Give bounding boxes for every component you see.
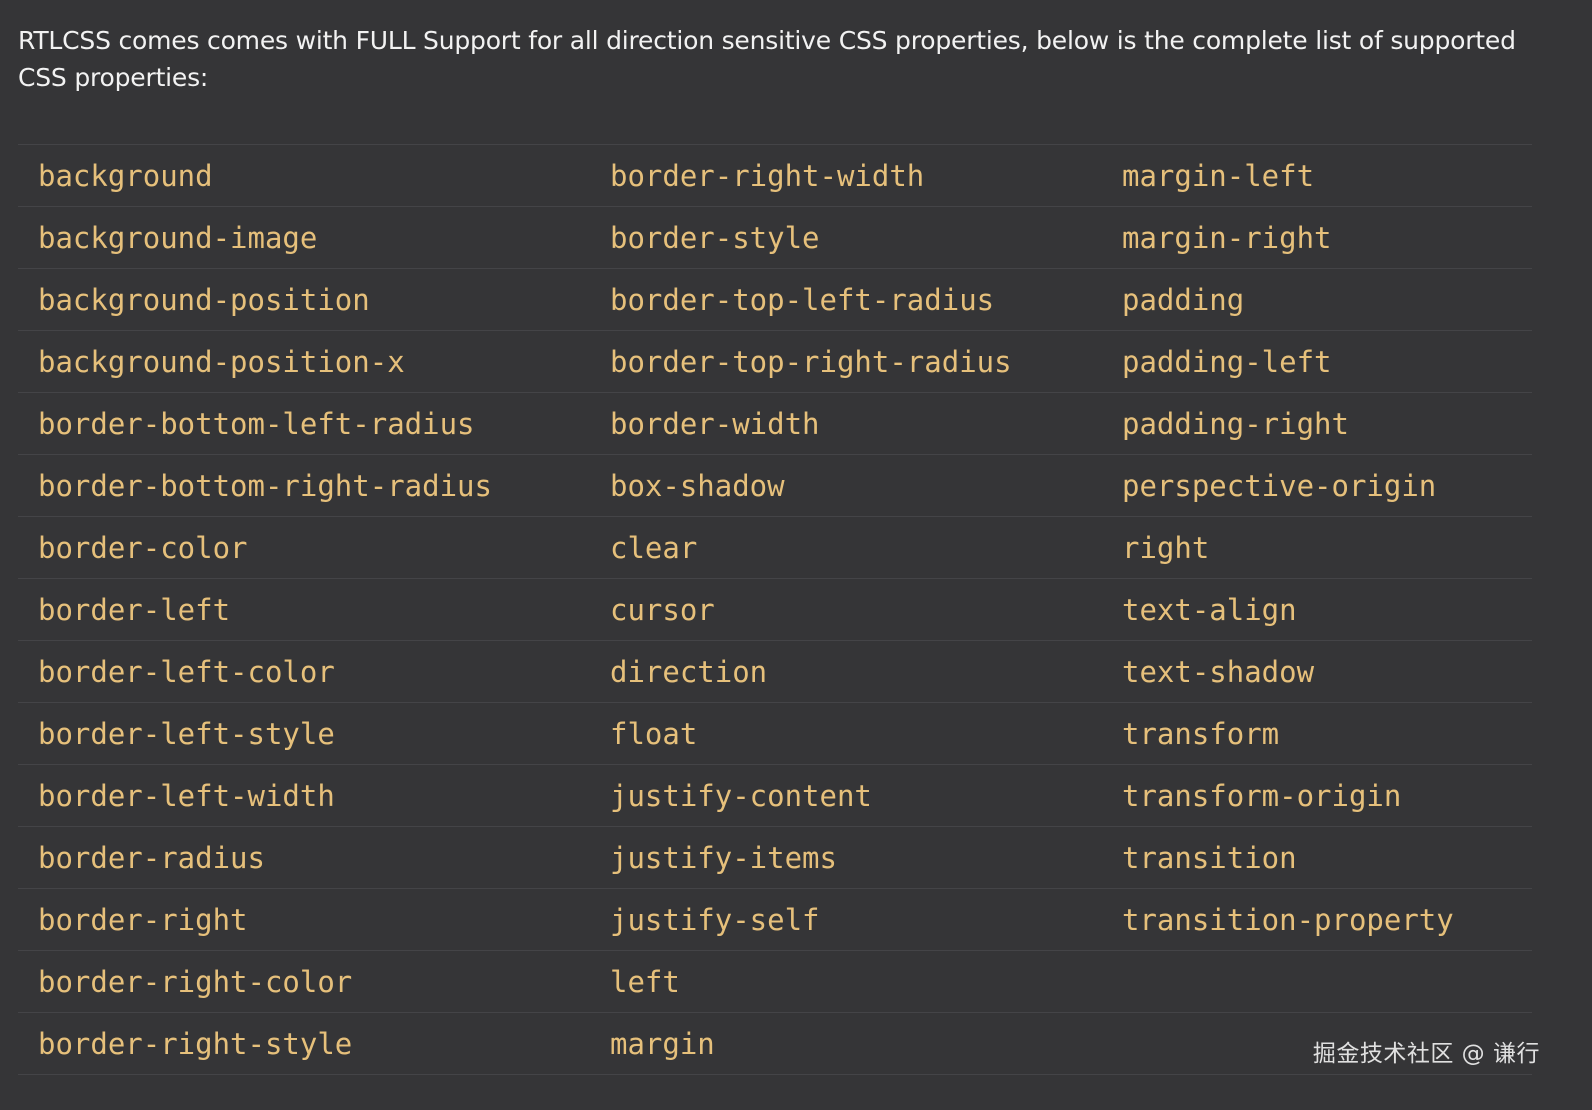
- property-cell: justify-items: [610, 840, 837, 875]
- property-cell: cursor: [610, 592, 715, 627]
- property-cell: border-left-color: [38, 654, 335, 689]
- property-cell: padding-left: [1122, 344, 1332, 379]
- table-row: background-position-x border-top-right-ra…: [18, 330, 1532, 393]
- watermark: 掘金技术社区 @ 谦行: [1312, 1041, 1540, 1067]
- property-cell: background-position-x: [38, 344, 405, 379]
- table-row: border-right justify-self transition-prope…: [18, 888, 1532, 951]
- property-cell: border-radius: [38, 840, 265, 875]
- table-row: border-radius justify-items transition: [18, 826, 1532, 889]
- intro-paragraph: RTLCSS comes comes with FULL Support for…: [18, 26, 1516, 92]
- property-cell: border-right-color: [38, 964, 353, 999]
- css-properties-table: background border-right-width margin-left b…: [18, 144, 1532, 1075]
- table-row: border-left cursor text-align: [18, 578, 1532, 641]
- property-cell: transform: [1122, 716, 1280, 751]
- property-cell: float: [610, 716, 698, 751]
- property-cell: justify-self: [610, 902, 820, 937]
- table-row: background-position border-top-left-radiu…: [18, 268, 1532, 331]
- table-row: border-color clear right: [18, 516, 1532, 579]
- property-cell: background-image: [38, 220, 318, 255]
- property-cell: border-left: [38, 592, 231, 627]
- table-row: border-left-style float transform: [18, 702, 1532, 765]
- property-cell: border-bottom-left-radius: [38, 406, 475, 441]
- table-row: border-right-color left: [18, 950, 1532, 1013]
- property-cell: border-right-width: [610, 158, 925, 193]
- table-row: background-image border-style margin-right: [18, 206, 1532, 269]
- property-cell: justify-content: [610, 778, 872, 813]
- table-row: border-left-width justify-content transfor…: [18, 764, 1532, 827]
- property-cell: background: [38, 158, 213, 193]
- property-cell: margin-left: [1122, 158, 1315, 193]
- property-cell: margin: [610, 1026, 715, 1061]
- property-cell: background-position: [38, 282, 370, 317]
- property-cell: text-shadow: [1122, 654, 1315, 689]
- css-properties-table-body: background border-right-width margin-left b…: [18, 144, 1532, 1075]
- table-row: border-right-style margin: [18, 1012, 1532, 1075]
- property-cell: border-top-left-radius: [610, 282, 995, 317]
- property-cell: clear: [610, 530, 698, 565]
- property-cell: padding-right: [1122, 406, 1349, 441]
- property-cell: border-bottom-right-radius: [38, 468, 492, 503]
- table-row: background border-right-width margin-left: [18, 144, 1532, 207]
- property-cell: transform-origin: [1122, 778, 1402, 813]
- property-cell: border-left-style: [38, 716, 335, 751]
- property-cell: transition-property: [1122, 902, 1454, 937]
- property-cell: border-top-right-radius: [610, 344, 1012, 379]
- property-cell: border-style: [610, 220, 820, 255]
- property-cell: perspective-origin: [1122, 468, 1437, 503]
- property-cell: border-width: [610, 406, 820, 441]
- property-cell: right: [1122, 530, 1210, 565]
- table-row: border-left-color direction text-shadow: [18, 640, 1532, 703]
- property-cell: box-shadow: [610, 468, 785, 503]
- property-cell: padding: [1122, 282, 1245, 317]
- table-row: border-bottom-left-radius border-width pad…: [18, 392, 1532, 455]
- property-cell: border-left-width: [38, 778, 335, 813]
- property-cell: border-color: [38, 530, 248, 565]
- property-cell: direction: [610, 654, 768, 689]
- property-cell: left: [610, 964, 680, 999]
- property-cell: [1102, 951, 1532, 1013]
- property-cell: border-right-style: [38, 1026, 353, 1061]
- property-cell: margin-right: [1122, 220, 1332, 255]
- property-cell: transition: [1122, 840, 1297, 875]
- table-row: border-bottom-right-radius box-shadow pers…: [18, 454, 1532, 517]
- property-cell: text-align: [1122, 592, 1297, 627]
- property-cell: border-right: [38, 902, 248, 937]
